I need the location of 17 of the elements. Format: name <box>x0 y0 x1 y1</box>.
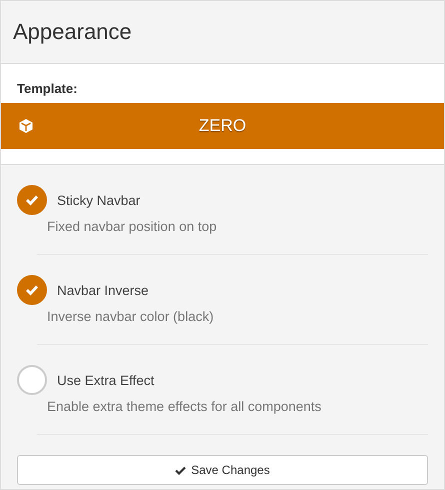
template-selector[interactable]: ZERO <box>1 103 444 149</box>
checkbox[interactable] <box>17 185 47 215</box>
option-description: Fixed navbar position on top <box>47 219 218 234</box>
option-description: Inverse navbar color (black) <box>47 309 215 324</box>
option-description: Enable extra theme effects for all components <box>47 399 322 414</box>
check-icon <box>175 466 186 474</box>
cube-icon <box>18 118 34 134</box>
checkbox[interactable] <box>17 275 47 305</box>
panel-title: Appearance <box>13 19 132 45</box>
save-button[interactable]: Save Changes <box>17 455 428 485</box>
option-label: Sticky Navbar <box>57 192 140 208</box>
option-label: Use Extra Effect <box>57 372 154 388</box>
checkbox[interactable] <box>17 365 47 395</box>
check-icon <box>25 284 39 296</box>
template-label: Template: <box>17 81 78 96</box>
option-label: Navbar Inverse <box>57 282 149 298</box>
check-icon <box>25 194 39 206</box>
